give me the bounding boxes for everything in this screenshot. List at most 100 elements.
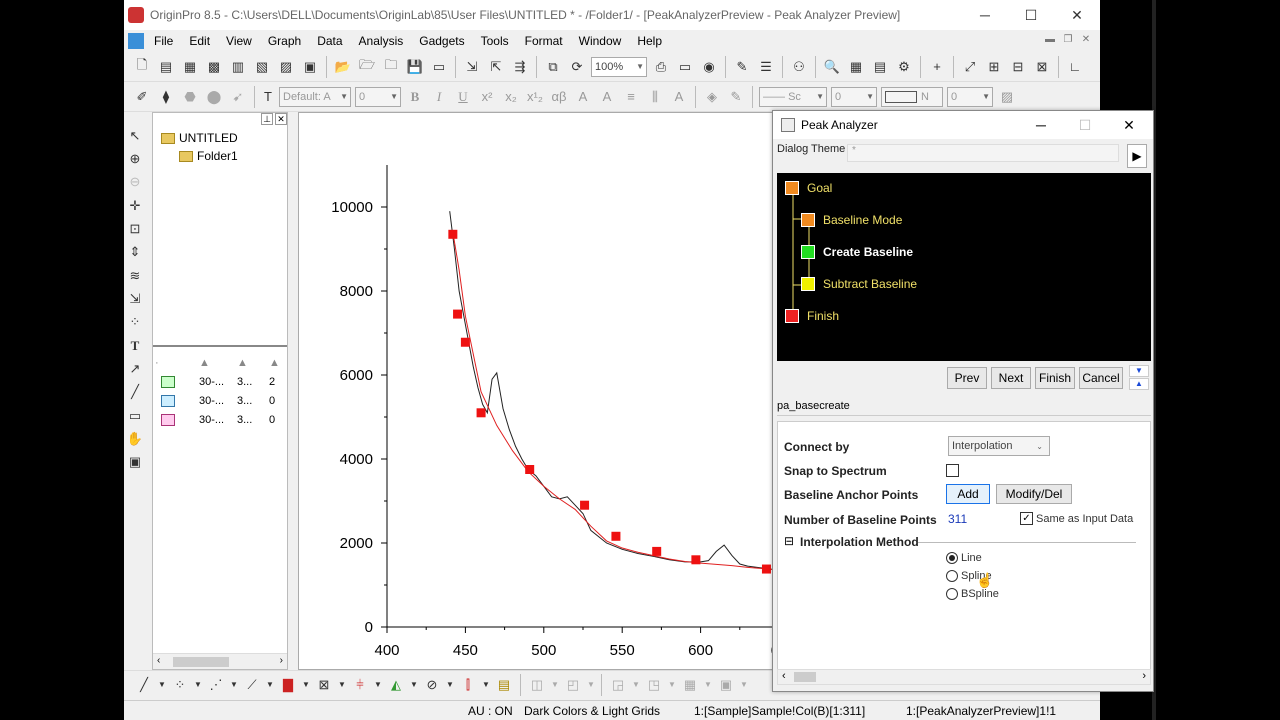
3d-scatter-icon[interactable]: ◳	[644, 675, 664, 695]
chevron-down-icon[interactable]: ▼	[704, 675, 712, 695]
scroll-thumb[interactable]	[173, 657, 229, 667]
scroll-right-icon[interactable]: ›	[280, 655, 283, 666]
chevron-down-icon[interactable]: ▼	[374, 675, 382, 695]
menu-gadgets[interactable]: Gadgets	[411, 34, 472, 48]
scroll-right-icon[interactable]: ›	[1142, 670, 1146, 682]
import-icon[interactable]: ⇲	[462, 57, 482, 77]
close-button[interactable]: ✕	[1054, 0, 1100, 30]
color-palette-icon[interactable]: ◉	[699, 57, 719, 77]
open-icon[interactable]: 📂	[333, 57, 353, 77]
import-wizard-icon[interactable]: ⇶	[510, 57, 530, 77]
maximize-button[interactable]: ☐	[1008, 0, 1054, 30]
layer-icon[interactable]: ⧫	[156, 87, 176, 107]
hand-tool-icon[interactable]: ✋	[125, 429, 145, 448]
slideshow-icon[interactable]: ▭	[675, 57, 695, 77]
interp-toggle-icon[interactable]: ⊟	[784, 534, 794, 548]
number-select[interactable]: 0 ▼	[947, 86, 993, 107]
spectrum-chart[interactable]: 020004000600080001000040045050055060065	[299, 113, 775, 671]
step-baseline-mode[interactable]: Baseline Mode	[801, 213, 902, 227]
font-size-select[interactable]: 0 ▼	[355, 86, 401, 107]
3d-bar-icon[interactable]: ◰	[563, 675, 583, 695]
next-button[interactable]: Next	[991, 367, 1031, 389]
superscript-icon[interactable]: x²	[477, 87, 497, 107]
new-matrix-icon[interactable]: ▩	[204, 57, 224, 77]
chevron-down-icon[interactable]: ▼	[587, 675, 595, 695]
axes-icon[interactable]: ∟	[1065, 57, 1085, 77]
chevron-down-icon[interactable]: ▼	[266, 675, 274, 695]
zoom-out-icon[interactable]: ⊖	[125, 173, 145, 192]
dot-line-icon[interactable]: ⟋	[242, 675, 262, 695]
object-icon[interactable]: ▣	[125, 453, 145, 472]
document-icon[interactable]	[128, 33, 144, 49]
line-plot-icon[interactable]: ╱	[134, 675, 154, 695]
pointer-icon[interactable]: ➹	[228, 87, 248, 107]
chevron-down-icon[interactable]: ▼	[410, 675, 418, 695]
new-worksheet-icon[interactable]: ▦	[180, 57, 200, 77]
data-display-icon[interactable]: ▦	[846, 57, 866, 77]
new-graph-icon[interactable]: ▧	[252, 57, 272, 77]
pattern-select[interactable]: N	[881, 86, 943, 107]
stock-chart-icon[interactable]: ⫿	[458, 675, 478, 695]
open-template-icon[interactable]: 🗁	[357, 57, 377, 77]
pointer-icon[interactable]: ↖	[125, 126, 145, 145]
close-icon[interactable]: ✕	[275, 113, 287, 125]
open-excel-icon[interactable]: 🗀	[381, 57, 401, 77]
tree-root[interactable]: UNTITLED	[161, 129, 238, 147]
menu-format[interactable]: Format	[517, 34, 571, 48]
dialog-theme-field[interactable]: *	[847, 144, 1119, 162]
chevron-down-icon[interactable]: ▼	[446, 675, 454, 695]
column-icon[interactable]: ⫼	[645, 87, 665, 107]
horizontal-scrollbar[interactable]: ‹ ›	[153, 653, 287, 669]
sort-icon[interactable]: ▲	[269, 357, 280, 369]
menu-graph[interactable]: Graph	[260, 34, 309, 48]
arrow-tool-icon[interactable]: ↗	[125, 359, 145, 378]
sort-icon[interactable]: ·	[155, 357, 199, 369]
save-template-icon[interactable]: ▭	[429, 57, 449, 77]
menu-help[interactable]: Help	[629, 34, 670, 48]
template-library-icon[interactable]: ▤	[494, 675, 514, 695]
sort-icon[interactable]: ▲	[237, 357, 269, 369]
dialog-maximize-button[interactable]: ☐	[1063, 111, 1107, 139]
greek-icon[interactable]: αβ	[549, 87, 569, 107]
chevron-down-icon[interactable]: ▼	[302, 675, 310, 695]
image-plot-icon[interactable]: ▣	[716, 675, 736, 695]
results-log-icon[interactable]: ☰	[756, 57, 776, 77]
menu-tools[interactable]: Tools	[473, 34, 517, 48]
scroll-left-icon[interactable]: ‹	[157, 655, 160, 666]
mdi-restore-icon[interactable]: ❐	[1060, 32, 1076, 48]
radio-line[interactable]: Line	[946, 552, 982, 564]
draw-data-icon[interactable]: ⁘	[125, 313, 145, 332]
chevron-down-icon[interactable]: ▼	[230, 675, 238, 695]
new-layout-icon[interactable]: ▣	[300, 57, 320, 77]
radio-bspline[interactable]: BSpline	[946, 588, 999, 600]
finish-button[interactable]: Finish	[1035, 367, 1075, 389]
chevron-down-icon[interactable]: ▼	[482, 675, 490, 695]
bar-chart-icon[interactable]: ▇	[278, 675, 298, 695]
add-anchor-button[interactable]: Add	[946, 484, 990, 504]
save-icon[interactable]: 💾	[405, 57, 425, 77]
line-symbol-icon[interactable]: ⋰	[206, 675, 226, 695]
zoom-in-icon[interactable]: ⊕	[125, 149, 145, 168]
bold-icon[interactable]: B	[405, 87, 425, 107]
region-icon[interactable]: ⇲	[125, 289, 145, 308]
chevron-down-icon[interactable]: ▼	[338, 675, 346, 695]
mdi-close-icon[interactable]: ✕	[1078, 32, 1094, 48]
add-layer-icon[interactable]: +	[927, 57, 947, 77]
hatch-icon[interactable]: ▨	[997, 87, 1017, 107]
error-bar-icon[interactable]: ⫩	[350, 675, 370, 695]
chevron-down-icon[interactable]: ▼	[740, 675, 748, 695]
step-goal[interactable]: Goal	[785, 181, 832, 195]
menu-window[interactable]: Window	[571, 34, 630, 48]
prev-button[interactable]: Prev	[947, 367, 987, 389]
line-tool-icon[interactable]: ╱	[125, 383, 145, 402]
polar-plot-icon[interactable]: ⊘	[422, 675, 442, 695]
style-icon[interactable]: ✐	[132, 87, 152, 107]
multi-panel-icon[interactable]: ⊠	[314, 675, 334, 695]
step-finish[interactable]: Finish	[785, 309, 839, 323]
list-item[interactable]: 30-... 3... 0	[155, 391, 285, 410]
data-info-icon[interactable]: 🔍	[822, 57, 842, 77]
print-icon[interactable]: ⎙	[651, 57, 671, 77]
underline-icon[interactable]: U	[453, 87, 473, 107]
line-color-icon[interactable]: ✎	[726, 87, 746, 107]
area-plot-icon[interactable]: ◭	[386, 675, 406, 695]
